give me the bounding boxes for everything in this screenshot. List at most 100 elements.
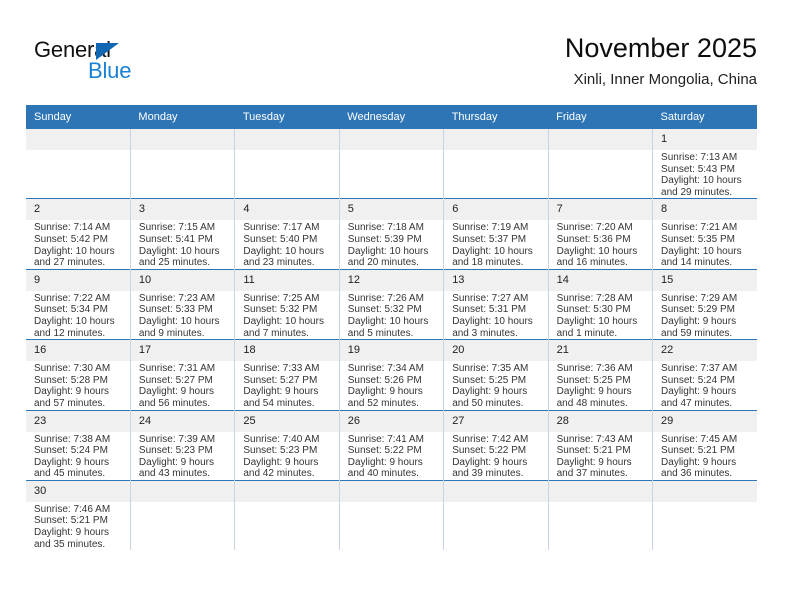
day-number: 7 bbox=[548, 199, 653, 221]
day-sun-info: Sunrise: 7:28 AM Sunset: 5:30 PM Daylight:… bbox=[549, 291, 652, 339]
day-number: 27 bbox=[444, 410, 548, 432]
daylight-text-line2: and 39 minutes. bbox=[452, 468, 524, 480]
calendar-day-cell[interactable]: 15 Sunrise: 7:29 AM Sunset: 5:29 PM Dayligh… bbox=[652, 268, 757, 340]
daylight-text-line1: Daylight: 10 hours bbox=[556, 245, 638, 257]
calendar-day-cell[interactable]: 12 Sunrise: 7:26 AM Sunset: 5:32 PM Dayligh… bbox=[339, 268, 445, 340]
day-number bbox=[548, 480, 653, 502]
day-number: 2 bbox=[26, 199, 130, 221]
calendar-day-cell[interactable]: 23 Sunrise: 7:38 AM Sunset: 5:24 PM Dayligh… bbox=[26, 409, 131, 481]
sunset-text: Sunset: 5:39 PM bbox=[347, 233, 422, 245]
sunrise-text: Sunrise: 7:33 AM bbox=[243, 363, 320, 375]
day-number: 20 bbox=[444, 340, 548, 362]
calendar-day-cell[interactable]: 3 Sunrise: 7:15 AM Sunset: 5:41 PM Daylight… bbox=[130, 198, 236, 270]
day-sun-info: Sunrise: 7:13 AM Sunset: 5:43 PM Daylight:… bbox=[653, 150, 757, 198]
sunrise-text: Sunrise: 7:14 AM bbox=[34, 222, 111, 234]
calendar-empty-cell bbox=[130, 129, 236, 199]
sunset-text: Sunset: 5:25 PM bbox=[452, 374, 527, 386]
daylight-text-line2: and 56 minutes. bbox=[138, 397, 211, 409]
day-number: 23 bbox=[26, 410, 130, 432]
weekday-header-row: Sunday Monday Tuesday Wednesday Thursday… bbox=[26, 105, 757, 129]
day-number: 16 bbox=[26, 340, 130, 362]
calendar-day-cell[interactable]: 29 Sunrise: 7:45 AM Sunset: 5:21 PM Dayligh… bbox=[652, 409, 757, 481]
daylight-text-line2: and 54 minutes. bbox=[243, 397, 315, 409]
calendar-day-cell[interactable]: 13 Sunrise: 7:27 AM Sunset: 5:31 PM Dayligh… bbox=[443, 268, 549, 340]
day-sun-info: Sunrise: 7:45 AM Sunset: 5:21 PM Daylight:… bbox=[653, 432, 757, 480]
sunrise-text: Sunrise: 7:26 AM bbox=[347, 292, 424, 304]
sunset-text: Sunset: 5:25 PM bbox=[556, 374, 631, 386]
sunrise-text: Sunrise: 7:34 AM bbox=[347, 363, 424, 375]
sunrise-text: Sunrise: 7:43 AM bbox=[556, 433, 633, 445]
day-number bbox=[26, 129, 130, 150]
daylight-text-line1: Daylight: 10 hours bbox=[347, 315, 429, 327]
calendar-day-cell[interactable]: 19 Sunrise: 7:34 AM Sunset: 5:26 PM Dayligh… bbox=[339, 339, 445, 410]
sunset-text: Sunset: 5:24 PM bbox=[34, 445, 108, 457]
calendar-day-cell[interactable]: 20 Sunrise: 7:35 AM Sunset: 5:25 PM Dayligh… bbox=[443, 339, 549, 410]
day-number: 17 bbox=[130, 340, 235, 362]
calendar-day-cell[interactable]: 6 Sunrise: 7:19 AM Sunset: 5:37 PM Daylight… bbox=[443, 198, 549, 270]
day-number: 19 bbox=[339, 340, 444, 362]
calendar-day-cell[interactable]: 8 Sunrise: 7:21 AM Sunset: 5:35 PM Daylight… bbox=[652, 198, 757, 270]
calendar-empty-cell bbox=[234, 479, 340, 551]
calendar-empty-cell bbox=[339, 129, 445, 199]
calendar-day-cell[interactable]: 24 Sunrise: 7:39 AM Sunset: 5:23 PM Dayligh… bbox=[130, 409, 236, 481]
day-sun-info: Sunrise: 7:42 AM Sunset: 5:22 PM Daylight:… bbox=[444, 432, 547, 480]
calendar-day-cell[interactable]: 22 Sunrise: 7:37 AM Sunset: 5:24 PM Dayligh… bbox=[652, 339, 757, 410]
day-number: 29 bbox=[653, 410, 757, 432]
daylight-text-line1: Daylight: 9 hours bbox=[347, 456, 423, 468]
day-number: 4 bbox=[235, 199, 339, 221]
calendar-empty-cell bbox=[130, 479, 236, 551]
day-sun-info: Sunrise: 7:43 AM Sunset: 5:21 PM Daylight:… bbox=[549, 432, 652, 480]
day-sun-info: Sunrise: 7:30 AM Sunset: 5:28 PM Daylight:… bbox=[26, 361, 130, 409]
calendar-day-cell[interactable]: 5 Sunrise: 7:18 AM Sunset: 5:39 PM Daylight… bbox=[339, 198, 445, 270]
daylight-text-line1: Daylight: 9 hours bbox=[661, 315, 737, 327]
calendar-day-cell[interactable]: 9 Sunrise: 7:22 AM Sunset: 5:34 PM Daylight… bbox=[26, 268, 131, 340]
daylight-text-line1: Daylight: 9 hours bbox=[556, 456, 632, 468]
calendar-week-row: 30 Sunrise: 7:46 AM Sunset: 5:21 PM Dayligh… bbox=[26, 479, 757, 551]
day-number: 12 bbox=[339, 269, 444, 291]
calendar-body: 1 Sunrise: 7:13 AM Sunset: 5:43 PM Daylight… bbox=[26, 129, 757, 551]
calendar-empty-cell bbox=[443, 479, 549, 551]
day-sun-info: Sunrise: 7:17 AM Sunset: 5:40 PM Daylight:… bbox=[235, 220, 338, 268]
calendar-day-cell[interactable]: 30 Sunrise: 7:46 AM Sunset: 5:21 PM Dayligh… bbox=[26, 479, 131, 551]
calendar-day-cell[interactable]: 11 Sunrise: 7:25 AM Sunset: 5:32 PM Dayligh… bbox=[234, 268, 340, 340]
calendar-day-cell[interactable]: 14 Sunrise: 7:28 AM Sunset: 5:30 PM Dayligh… bbox=[548, 268, 654, 340]
day-sun-info: Sunrise: 7:19 AM Sunset: 5:37 PM Daylight:… bbox=[444, 220, 547, 268]
calendar-day-cell[interactable]: 21 Sunrise: 7:36 AM Sunset: 5:25 PM Dayligh… bbox=[548, 339, 654, 410]
calendar-day-cell[interactable]: 18 Sunrise: 7:33 AM Sunset: 5:27 PM Dayligh… bbox=[234, 339, 340, 410]
day-sun-info: Sunrise: 7:21 AM Sunset: 5:35 PM Daylight:… bbox=[653, 220, 757, 268]
calendar-week-row: 9 Sunrise: 7:22 AM Sunset: 5:34 PM Daylight… bbox=[26, 268, 757, 340]
calendar-day-cell[interactable]: 10 Sunrise: 7:23 AM Sunset: 5:33 PM Dayligh… bbox=[130, 268, 236, 340]
day-sun-info: Sunrise: 7:39 AM Sunset: 5:23 PM Daylight:… bbox=[131, 432, 234, 480]
calendar-day-cell[interactable]: 26 Sunrise: 7:41 AM Sunset: 5:22 PM Dayligh… bbox=[339, 409, 445, 481]
day-number: 26 bbox=[339, 410, 444, 432]
calendar-empty-cell bbox=[548, 129, 654, 199]
daylight-text-line2: and 57 minutes. bbox=[34, 397, 106, 409]
sunset-text: Sunset: 5:21 PM bbox=[34, 515, 108, 527]
page-subtitle: Xinli, Inner Mongolia, China bbox=[573, 71, 757, 88]
day-sun-info: Sunrise: 7:31 AM Sunset: 5:27 PM Daylight:… bbox=[131, 361, 234, 409]
calendar-day-cell[interactable]: 2 Sunrise: 7:14 AM Sunset: 5:42 PM Daylight… bbox=[26, 198, 131, 270]
calendar-day-cell[interactable]: 4 Sunrise: 7:17 AM Sunset: 5:40 PM Daylight… bbox=[234, 198, 340, 270]
calendar-day-cell[interactable]: 28 Sunrise: 7:43 AM Sunset: 5:21 PM Dayligh… bbox=[548, 409, 654, 481]
day-sun-info: Sunrise: 7:14 AM Sunset: 5:42 PM Daylight:… bbox=[26, 220, 130, 268]
sunrise-text: Sunrise: 7:46 AM bbox=[34, 503, 111, 515]
calendar-day-cell[interactable]: 27 Sunrise: 7:42 AM Sunset: 5:22 PM Dayligh… bbox=[443, 409, 549, 481]
sunset-text: Sunset: 5:36 PM bbox=[556, 233, 631, 245]
calendar-day-cell[interactable]: 16 Sunrise: 7:30 AM Sunset: 5:28 PM Dayligh… bbox=[26, 339, 131, 410]
calendar-day-cell[interactable]: 25 Sunrise: 7:40 AM Sunset: 5:23 PM Dayligh… bbox=[234, 409, 340, 481]
daylight-text-line1: Daylight: 10 hours bbox=[452, 315, 533, 327]
calendar-day-cell[interactable]: 17 Sunrise: 7:31 AM Sunset: 5:27 PM Dayligh… bbox=[130, 339, 236, 410]
day-number: 10 bbox=[130, 269, 235, 291]
daylight-text-line1: Daylight: 9 hours bbox=[243, 456, 319, 468]
sunrise-text: Sunrise: 7:41 AM bbox=[347, 433, 424, 445]
weekday-header-friday: Friday bbox=[548, 105, 653, 129]
calendar-day-cell[interactable]: 1 Sunrise: 7:13 AM Sunset: 5:43 PM Daylight… bbox=[652, 129, 757, 199]
general-blue-logo[interactable]: General Blue bbox=[34, 38, 214, 90]
weekday-header-wednesday: Wednesday bbox=[339, 105, 444, 129]
day-sun-info: Sunrise: 7:34 AM Sunset: 5:26 PM Daylight:… bbox=[340, 361, 443, 409]
weekday-header-saturday: Saturday bbox=[652, 105, 757, 129]
calendar-day-cell[interactable]: 7 Sunrise: 7:20 AM Sunset: 5:36 PM Daylight… bbox=[548, 198, 654, 270]
day-sun-info: Sunrise: 7:23 AM Sunset: 5:33 PM Daylight:… bbox=[131, 291, 234, 339]
sunrise-text: Sunrise: 7:30 AM bbox=[34, 363, 111, 375]
daylight-text-line1: Daylight: 9 hours bbox=[661, 386, 737, 398]
